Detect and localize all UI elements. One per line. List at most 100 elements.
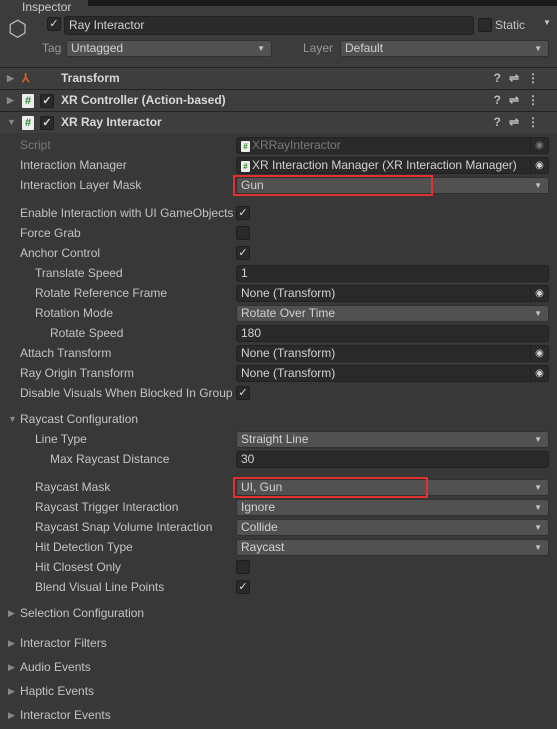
static-label: Static xyxy=(495,18,526,32)
foldout-label[interactable]: Selection Configuration xyxy=(20,604,144,622)
foldout-collapsed-icon[interactable]: ▶ xyxy=(8,638,15,649)
tag-dropdown[interactable]: Untagged ▼ xyxy=(66,40,272,57)
tab-inspector[interactable]: Inspector xyxy=(0,0,88,15)
property-checkbox[interactable]: ✓ xyxy=(236,246,250,260)
component-header[interactable]: ▼ # ✓ XR Ray Interactor ?⇌⋮ xyxy=(0,111,557,133)
object-field[interactable]: None (Transform) ◉ xyxy=(236,345,549,362)
help-icon[interactable]: ? xyxy=(494,71,509,85)
foldout-label[interactable]: Haptic Events xyxy=(20,682,94,700)
gameobject-cube-icon[interactable]: ⬡ xyxy=(8,16,27,42)
dropdown-value: Rotate Over Time xyxy=(241,306,336,320)
property-label: Max Raycast Distance xyxy=(50,452,170,466)
object-field[interactable]: None (Transform) ◉ xyxy=(236,365,549,382)
chevron-down-icon: ▼ xyxy=(534,483,542,492)
property-dropdown[interactable]: Collide ▼ xyxy=(236,519,549,536)
property-row: ▶ Haptic Events xyxy=(0,682,557,702)
property-label: Hit Closest Only xyxy=(35,560,122,574)
component-title: Transform xyxy=(61,71,120,85)
property-row: Ray Origin Transform None (Transform) ◉ xyxy=(0,364,557,384)
property-label: Attach Transform xyxy=(20,346,112,360)
component-header[interactable]: ▶ ⅄ Transform ?⇌⋮ xyxy=(0,67,557,89)
property-dropdown[interactable]: Raycast ▼ xyxy=(236,539,549,556)
component-actions: ?⇌⋮ xyxy=(494,112,547,133)
property-checkbox[interactable]: ✓ xyxy=(236,386,250,400)
property-label: Script xyxy=(20,138,51,152)
component-enabled-checkbox[interactable]: ✓ xyxy=(40,116,54,130)
property-label: Raycast Trigger Interaction xyxy=(35,500,179,514)
tag-label: Tag xyxy=(42,41,62,55)
property-row: Hit Detection Type Raycast ▼ xyxy=(0,538,557,558)
foldout-collapsed-icon[interactable]: ▶ xyxy=(8,686,15,697)
foldout-expanded-icon[interactable]: ▼ xyxy=(7,112,16,133)
property-checkbox[interactable]: ✓ xyxy=(236,580,250,594)
component-header[interactable]: ▶ # ✓ XR Controller (Action-based) ?⇌⋮ xyxy=(0,89,557,111)
foldout-collapsed-icon[interactable]: ▶ xyxy=(8,710,15,721)
tag-value: Untagged xyxy=(71,41,124,55)
component-enabled-checkbox[interactable]: ✓ xyxy=(40,94,54,108)
foldout-label[interactable]: Raycast Configuration xyxy=(20,410,138,428)
help-icon[interactable]: ? xyxy=(494,93,509,107)
property-number-input[interactable]: 30 xyxy=(236,451,549,468)
static-checkbox[interactable] xyxy=(478,18,492,32)
object-field[interactable]: # XR Interaction Manager (XR Interaction … xyxy=(236,157,549,174)
object-picker-icon[interactable]: ◉ xyxy=(530,346,548,361)
property-row: Disable Visuals When Blocked In Group ✓ xyxy=(0,384,557,404)
help-icon[interactable]: ? xyxy=(494,115,509,129)
presets-icon[interactable]: ⇌ xyxy=(509,71,527,85)
object-field-value: None (Transform) xyxy=(241,346,336,360)
property-row: Rotate Reference Frame None (Transform) ◉ xyxy=(0,284,557,304)
property-label: Enable Interaction with UI GameObjects xyxy=(20,206,234,220)
property-row: Max Raycast Distance 30 xyxy=(0,450,557,470)
property-row: ▼ Raycast Configuration xyxy=(0,410,557,430)
layer-dropdown[interactable]: Default ▼ xyxy=(340,40,549,57)
dropdown-value: Straight Line xyxy=(241,432,309,446)
foldout-collapsed-icon[interactable]: ▶ xyxy=(8,608,15,619)
more-options-icon[interactable]: ⋮ xyxy=(527,115,547,129)
foldout-collapsed-icon[interactable]: ▶ xyxy=(8,662,15,673)
property-number-input[interactable]: 1 xyxy=(236,265,549,282)
more-options-icon[interactable]: ⋮ xyxy=(527,71,547,85)
property-label: Force Grab xyxy=(20,226,81,240)
highlight-box xyxy=(233,477,428,498)
property-row: Rotate Speed 180 xyxy=(0,324,557,344)
property-dropdown[interactable]: Straight Line ▼ xyxy=(236,431,549,448)
property-label: Rotate Reference Frame xyxy=(35,286,168,300)
foldout-collapsed-icon[interactable]: ▶ xyxy=(7,68,14,89)
highlight-box xyxy=(233,175,433,196)
presets-icon[interactable]: ⇌ xyxy=(509,115,527,129)
property-row: ▶ Interactor Filters xyxy=(0,634,557,654)
property-checkbox[interactable]: ✓ xyxy=(236,206,250,220)
name-input[interactable]: Ray Interactor xyxy=(64,16,474,35)
object-picker-icon[interactable]: ◉ xyxy=(530,158,548,173)
component-title: XR Ray Interactor xyxy=(61,115,162,129)
object-field[interactable]: None (Transform) ◉ xyxy=(236,285,549,302)
more-options-icon[interactable]: ⋮ xyxy=(527,93,547,107)
property-row: Raycast Trigger Interaction Ignore ▼ xyxy=(0,498,557,518)
component-actions: ?⇌⋮ xyxy=(494,90,547,111)
property-checkbox[interactable] xyxy=(236,226,250,240)
object-field-value: None (Transform) xyxy=(241,366,336,380)
object-field[interactable]: # XRRayInteractor ◉ xyxy=(236,137,549,154)
static-dropdown-arrow-icon[interactable]: ▼ xyxy=(543,18,551,27)
script-asset-icon: # xyxy=(241,141,250,152)
chevron-down-icon: ▼ xyxy=(534,543,542,552)
property-number-input[interactable]: 180 xyxy=(236,325,549,342)
property-label: Raycast Snap Volume Interaction xyxy=(35,520,213,534)
foldout-collapsed-icon[interactable]: ▶ xyxy=(7,90,14,111)
property-dropdown[interactable]: Ignore ▼ xyxy=(236,499,549,516)
object-picker-icon[interactable]: ◉ xyxy=(530,366,548,381)
object-picker-icon[interactable]: ◉ xyxy=(530,286,548,301)
property-dropdown[interactable]: Rotate Over Time ▼ xyxy=(236,305,549,322)
foldout-label[interactable]: Audio Events xyxy=(20,658,91,676)
foldout-label[interactable]: Interactor Events xyxy=(20,706,111,724)
active-checkbox[interactable]: ✓ xyxy=(47,17,61,31)
foldout-expanded-icon[interactable]: ▼ xyxy=(8,414,17,424)
property-row: Raycast Mask UI, Gun ▼ xyxy=(0,477,557,498)
property-checkbox[interactable] xyxy=(236,560,250,574)
object-picker-icon[interactable]: ◉ xyxy=(530,138,548,153)
script-asset-icon: # xyxy=(241,161,250,172)
foldout-label[interactable]: Interactor Filters xyxy=(20,634,107,652)
presets-icon[interactable]: ⇌ xyxy=(509,93,527,107)
chevron-down-icon: ▼ xyxy=(534,435,542,444)
property-row: ▶ Interactor Events xyxy=(0,706,557,726)
